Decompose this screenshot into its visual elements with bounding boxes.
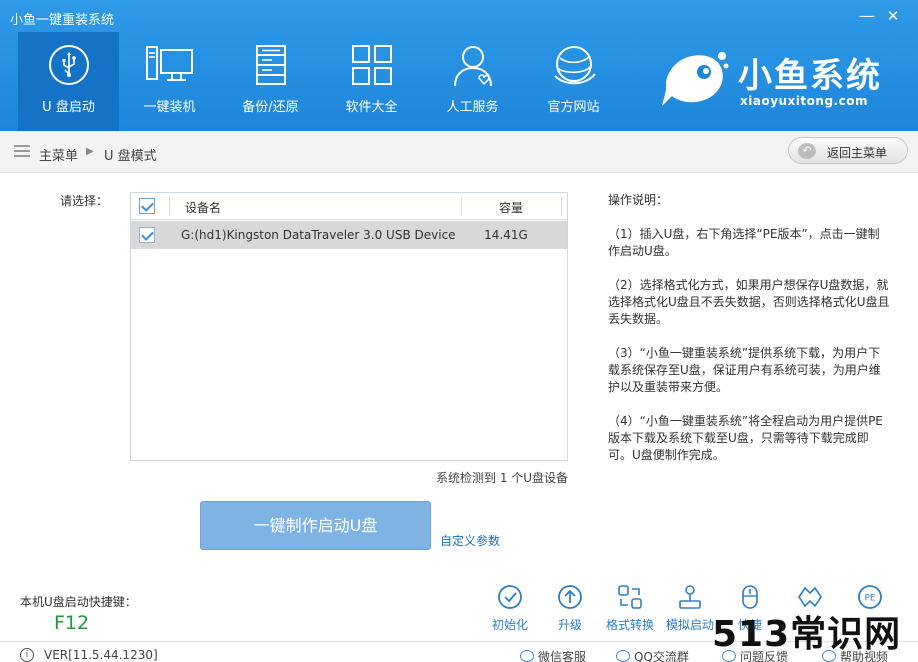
tool-label: 升级 [557,618,582,632]
info-icon: i [20,648,34,662]
nav-item-backup-restore[interactable]: 备份/还原 [220,32,321,131]
breadcrumb-arrow-icon: ▶ [86,146,94,157]
nav-item-one-click-install[interactable]: 一键装机 [119,32,220,131]
tool-upgrade[interactable]: 升级 [540,584,600,634]
shortcut-label: 本机U盘启动快捷键： [20,595,137,609]
title-bar: 小鱼一键重装系统 — ✕ [0,0,918,32]
qq-group-link[interactable]: QQ交流群 [616,648,689,662]
brand-url: xiaoyuxitong.com [740,94,868,108]
table-header: 设备名 容量 [131,193,567,220]
instructions-title: 操作说明： [608,193,669,207]
nav-item-official-site[interactable]: 官方网站 [523,32,624,131]
back-to-main-button[interactable]: ↶ 返回主菜单 [788,137,908,164]
tool-simulate-boot[interactable]: 模拟启动 [660,584,720,634]
window-title: 小鱼一键重装系统 [10,13,115,28]
breadcrumb: 主菜单 ▶ U 盘模式 [0,131,918,173]
nav-item-manual-service[interactable]: 人工服务 [422,32,523,131]
tool-label: 模拟启动 [665,618,714,632]
cabinet-icon [255,45,286,85]
instructions-panel: 操作说明： （1）插入U盘，右下角选择“PE版本”，点击一键制作启动U盘。 （2… [608,192,890,481]
tool-label: 初始化 [491,618,528,632]
check-circle-icon [498,585,522,609]
computer-icon [145,46,193,81]
minimize-icon[interactable]: — [854,0,880,32]
wechat-label: 微信客服 [538,650,587,662]
breadcrumb-root[interactable]: 主菜单 [39,145,78,164]
column-capacity: 容量 [498,201,523,215]
nav-label: 备份/还原 [242,100,299,115]
instruction-step: （2）选择格式化方式，如果用户想保存U盘数据，就选择格式化U盘且不丢失数据，否则… [608,278,890,326]
wechat-icon [520,650,534,662]
row-checkbox[interactable] [139,227,155,243]
nav-item-software[interactable]: 软件大全 [321,32,422,131]
nav-label: 一键装机 [143,100,196,115]
tool-format-convert[interactable]: 格式转换 [600,584,660,634]
convert-icon [618,585,642,609]
qq-label: QQ交流群 [634,650,689,662]
custom-params-link[interactable]: 自定义参数 [440,532,500,549]
grid-icon [351,45,392,85]
breadcrumb-current: U 盘模式 [104,149,157,164]
column-device-name: 设备名 [185,201,222,215]
instruction-step: （4）“小鱼一键重装系统”将全程启动为用户提供PE版本下载及系统下载至U盘，只需… [608,414,883,462]
wechat-service-link[interactable]: 微信客服 [520,648,586,662]
back-button-label: 返回主菜单 [827,146,888,160]
app-header: 小鱼一键重装系统 — ✕ U 盘启动 一键装机 备份/还原 软件大全 人工服务 … [0,0,918,131]
shortcut-key: F12 [54,612,90,634]
qq-icon [616,650,630,662]
select-label: 请选择： [60,194,109,208]
select-all-checkbox[interactable] [139,198,155,214]
tool-initialize[interactable]: 初始化 [480,584,540,634]
svg-text:PE: PE [864,594,875,604]
usb-icon [48,45,89,85]
menu-list-icon [14,145,30,157]
nav-item-usb-boot[interactable]: U 盘启动 [18,32,119,131]
watermark: 513常识网 [712,614,902,655]
main-nav: U 盘启动 一键装机 备份/还原 软件大全 人工服务 官方网站 [18,32,624,131]
device-capacity: 14.41G [484,228,528,242]
instruction-step: （1）插入U盘，右下角选择“PE版本”，点击一键制作启动U盘。 [608,227,880,258]
version-text: VER[11.5.44.1230] [44,648,158,662]
window-controls: — ✕ [854,0,918,32]
brand-logo: 小鱼系统 xiaoyuxitong.com [660,46,908,116]
upload-icon [558,585,582,609]
nav-label: 人工服务 [446,100,499,115]
joystick-icon [679,585,701,609]
globe-icon [553,46,596,85]
nav-label: U 盘启动 [42,100,95,115]
close-icon[interactable]: ✕ [880,0,906,32]
fish-logo-icon [662,52,729,106]
device-name: G:(hd1)Kingston DataTraveler 3.0 USB Dev… [181,228,456,242]
nav-label: 官方网站 [547,100,600,115]
make-boot-usb-button[interactable]: 一键制作启动U盘 [200,501,431,550]
table-row[interactable]: G:(hd1)Kingston DataTraveler 3.0 USB Dev… [131,221,567,249]
brand-name: 小鱼系统 [738,56,882,96]
tool-label: 格式转换 [605,618,654,632]
instruction-step: （3）“小鱼一键重装系统”提供系统下载，为用户下载系统保存至U盘，保证用户有系统… [608,346,881,394]
back-arrow-icon: ↶ [798,143,816,159]
person-icon [453,46,492,87]
nav-label: 软件大全 [345,100,398,115]
detect-status: 系统检测到 1 个U盘设备 [436,471,569,485]
device-table: 设备名 容量 G:(hd1)Kingston DataTraveler 3.0 … [130,192,568,461]
